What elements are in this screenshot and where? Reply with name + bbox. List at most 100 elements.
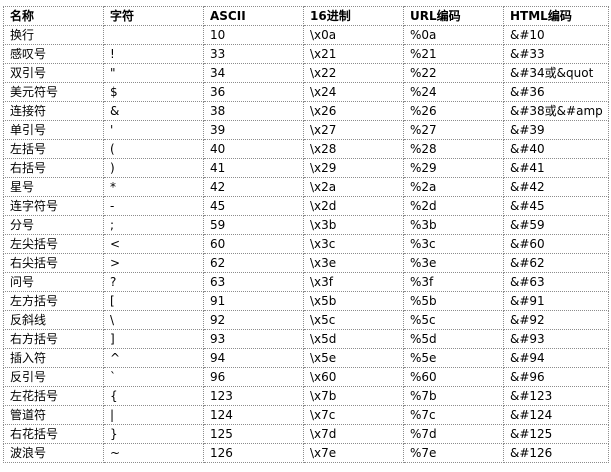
cell-ascii[interactable]: 36 xyxy=(203,82,304,102)
cell-html[interactable]: &#38或&#amp xyxy=(503,101,609,121)
cell-name[interactable]: 右括号 xyxy=(3,158,104,178)
cell-url[interactable]: %7e xyxy=(403,443,504,463)
cell-ascii[interactable]: 34 xyxy=(203,63,304,83)
cell-html[interactable]: &#59 xyxy=(503,215,609,235)
cell-char[interactable]: < xyxy=(103,234,204,254)
cell-ascii[interactable]: 123 xyxy=(203,386,304,406)
cell-char[interactable]: ` xyxy=(103,367,204,387)
cell-name[interactable]: 换行 xyxy=(3,25,104,45)
cell-char[interactable]: * xyxy=(103,177,204,197)
cell-char[interactable]: } xyxy=(103,424,204,444)
cell-name[interactable]: 连接符 xyxy=(3,101,104,121)
cell-url[interactable]: %5d xyxy=(403,329,504,349)
header-cell-hex[interactable]: 16进制 xyxy=(303,6,404,26)
cell-char[interactable]: ~ xyxy=(103,443,204,463)
cell-name[interactable]: 左尖括号 xyxy=(3,234,104,254)
cell-name[interactable]: 左方括号 xyxy=(3,291,104,311)
cell-char[interactable]: ! xyxy=(103,44,204,64)
cell-hex[interactable]: \x5c xyxy=(303,310,404,330)
cell-ascii[interactable]: 40 xyxy=(203,139,304,159)
cell-char[interactable]: ) xyxy=(103,158,204,178)
cell-name[interactable]: 左括号 xyxy=(3,139,104,159)
cell-html[interactable]: &#45 xyxy=(503,196,609,216)
cell-name[interactable]: 连字符号 xyxy=(3,196,104,216)
cell-url[interactable]: %2d xyxy=(403,196,504,216)
cell-name[interactable]: 右方括号 xyxy=(3,329,104,349)
cell-url[interactable]: %0a xyxy=(403,25,504,45)
cell-html[interactable]: &#62 xyxy=(503,253,609,273)
cell-hex[interactable]: \x60 xyxy=(303,367,404,387)
cell-ascii[interactable]: 92 xyxy=(203,310,304,330)
cell-char[interactable]: " xyxy=(103,63,204,83)
cell-char[interactable]: \ xyxy=(103,310,204,330)
cell-html[interactable]: &#33 xyxy=(503,44,609,64)
cell-ascii[interactable]: 124 xyxy=(203,405,304,425)
cell-char[interactable]: ' xyxy=(103,120,204,140)
cell-ascii[interactable]: 38 xyxy=(203,101,304,121)
cell-url[interactable]: %7d xyxy=(403,424,504,444)
cell-hex[interactable]: \x7e xyxy=(303,443,404,463)
cell-html[interactable]: &#94 xyxy=(503,348,609,368)
cell-html[interactable]: &#124 xyxy=(503,405,609,425)
cell-url[interactable]: %3b xyxy=(403,215,504,235)
cell-html[interactable]: &#126 xyxy=(503,443,609,463)
cell-name[interactable]: 美元符号 xyxy=(3,82,104,102)
cell-hex[interactable]: \x29 xyxy=(303,158,404,178)
cell-url[interactable]: %27 xyxy=(403,120,504,140)
header-cell-html[interactable]: HTML编码 xyxy=(503,6,609,26)
cell-hex[interactable]: \x5b xyxy=(303,291,404,311)
cell-name[interactable]: 双引号 xyxy=(3,63,104,83)
cell-name[interactable]: 星号 xyxy=(3,177,104,197)
cell-name[interactable]: 分号 xyxy=(3,215,104,235)
cell-html[interactable]: &#96 xyxy=(503,367,609,387)
cell-html[interactable]: &#125 xyxy=(503,424,609,444)
cell-url[interactable]: %28 xyxy=(403,139,504,159)
cell-url[interactable]: %29 xyxy=(403,158,504,178)
cell-char[interactable]: $ xyxy=(103,82,204,102)
cell-ascii[interactable]: 33 xyxy=(203,44,304,64)
cell-char[interactable]: > xyxy=(103,253,204,273)
cell-ascii[interactable]: 41 xyxy=(203,158,304,178)
cell-ascii[interactable]: 62 xyxy=(203,253,304,273)
cell-url[interactable]: %5e xyxy=(403,348,504,368)
cell-html[interactable]: &#34或&quot xyxy=(503,63,609,83)
header-cell-url[interactable]: URL编码 xyxy=(403,6,504,26)
cell-ascii[interactable]: 39 xyxy=(203,120,304,140)
cell-name[interactable]: 右花括号 xyxy=(3,424,104,444)
cell-url[interactable]: %3e xyxy=(403,253,504,273)
cell-url[interactable]: %3c xyxy=(403,234,504,254)
cell-ascii[interactable]: 59 xyxy=(203,215,304,235)
cell-html[interactable]: &#36 xyxy=(503,82,609,102)
cell-url[interactable]: %7c xyxy=(403,405,504,425)
cell-hex[interactable]: \x27 xyxy=(303,120,404,140)
cell-name[interactable]: 管道符 xyxy=(3,405,104,425)
cell-hex[interactable]: \x22 xyxy=(303,63,404,83)
cell-hex[interactable]: \x5e xyxy=(303,348,404,368)
cell-ascii[interactable]: 10 xyxy=(203,25,304,45)
cell-char[interactable]: ( xyxy=(103,139,204,159)
cell-html[interactable]: &#93 xyxy=(503,329,609,349)
cell-url[interactable]: %2a xyxy=(403,177,504,197)
cell-hex[interactable]: \x7b xyxy=(303,386,404,406)
cell-ascii[interactable]: 125 xyxy=(203,424,304,444)
cell-url[interactable]: %26 xyxy=(403,101,504,121)
cell-hex[interactable]: \x24 xyxy=(303,82,404,102)
cell-name[interactable]: 左花括号 xyxy=(3,386,104,406)
cell-hex[interactable]: \x3c xyxy=(303,234,404,254)
cell-url[interactable]: %5b xyxy=(403,291,504,311)
cell-hex[interactable]: \x26 xyxy=(303,101,404,121)
header-cell-ascii[interactable]: ASCII xyxy=(203,6,304,26)
cell-hex[interactable]: \x3f xyxy=(303,272,404,292)
cell-name[interactable]: 反斜线 xyxy=(3,310,104,330)
cell-ascii[interactable]: 93 xyxy=(203,329,304,349)
cell-ascii[interactable]: 126 xyxy=(203,443,304,463)
cell-html[interactable]: &#60 xyxy=(503,234,609,254)
cell-name[interactable]: 插入符 xyxy=(3,348,104,368)
cell-name[interactable]: 感叹号 xyxy=(3,44,104,64)
cell-char[interactable]: ; xyxy=(103,215,204,235)
cell-hex[interactable]: \x7d xyxy=(303,424,404,444)
cell-char[interactable]: | xyxy=(103,405,204,425)
header-cell-name[interactable]: 名称 xyxy=(3,6,104,26)
cell-ascii[interactable]: 60 xyxy=(203,234,304,254)
cell-char[interactable]: { xyxy=(103,386,204,406)
